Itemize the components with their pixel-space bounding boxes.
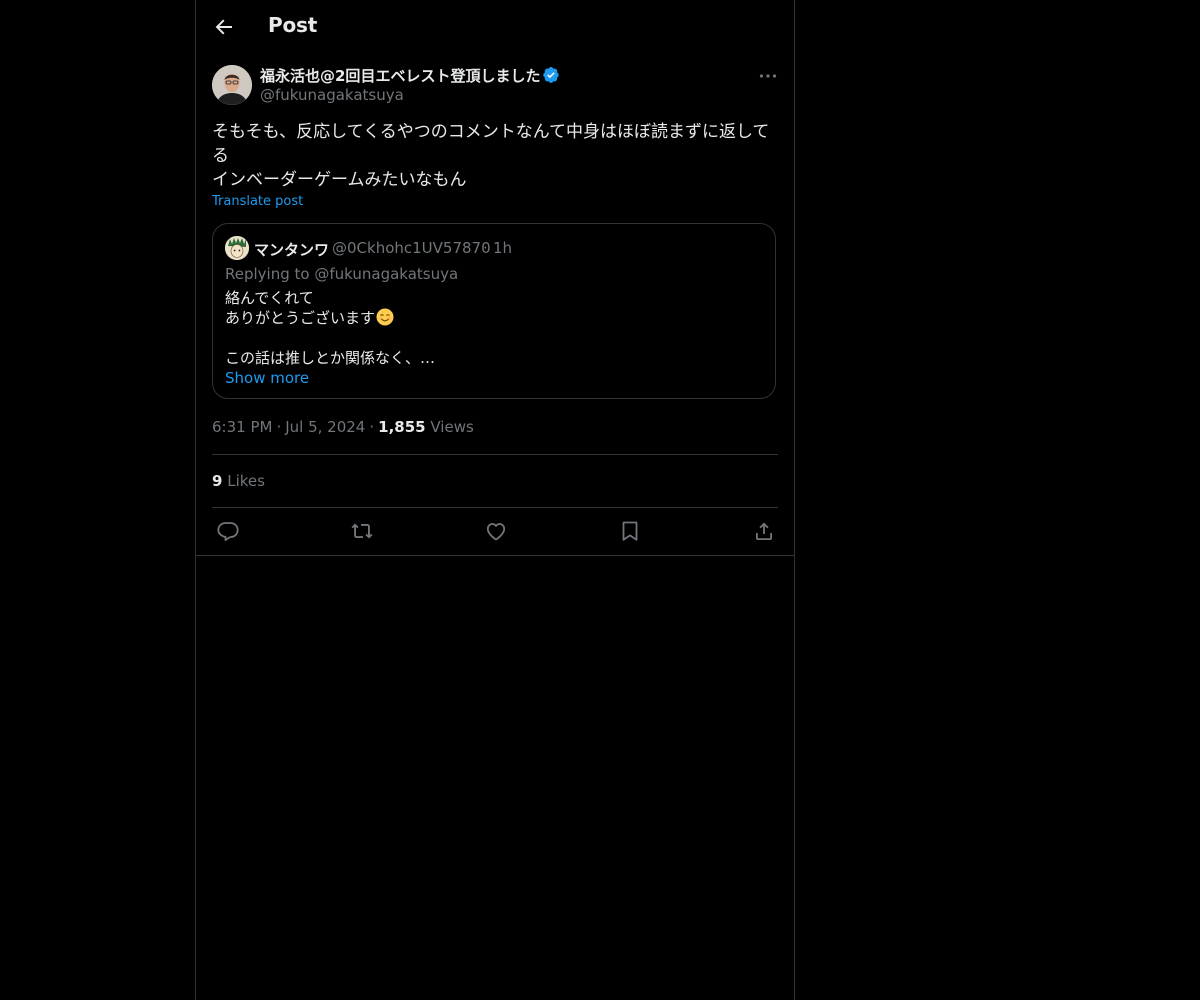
back-arrow-icon[interactable] [212,15,236,39]
author-handle[interactable]: @fukunagakatsuya [260,86,404,104]
replying-to: Replying to @fukunagakatsuya [225,265,458,283]
views-label: Views [430,418,474,436]
more-icon[interactable] [756,64,780,88]
replying-prefix: Replying to [225,265,310,283]
separator-dot: · [369,418,375,436]
quote-time: 1h [493,239,513,257]
post-text-line: インベーダーゲームみたいなもん [212,170,467,190]
quote-text-line [225,328,435,348]
likes-count: 9 [212,472,223,490]
smiling-face-emoji [376,308,394,326]
post-text-line: そもそも、反応してくるやつのコメントなんて中身はほぼ読まずに返して [212,122,770,142]
share-icon[interactable] [752,519,776,543]
author-avatar[interactable] [212,65,252,105]
likes-label: Likes [227,472,265,490]
post-metadata: 6:31 PM · Jul 5, 2024 · 1,855 Views [212,418,474,436]
post-text: そもそも、反応してくるやつのコメントなんて中身はほぼ読まずに返して る インベー… [212,120,778,192]
bookmark-icon[interactable] [618,519,642,543]
separator-dot: · [276,418,282,436]
divider [212,454,778,455]
quote-text: 絡んでくれて ありがとうございます この話は推しとか関係なく、… [225,288,435,368]
page-header: Post [196,0,794,53]
post-date[interactable]: Jul 5, 2024 [285,418,365,436]
replying-handle[interactable]: @fukunagakatsuya [314,265,458,283]
quote-author-handle[interactable]: @0Ckhohc1UV57870 [332,239,491,257]
quote-author-name[interactable]: マンタンワ [254,239,329,260]
quote-text-line: ありがとうございます [225,309,376,327]
repost-icon[interactable] [350,519,374,543]
page-title: Post [268,13,318,37]
separator-dot: · [483,239,488,257]
verified-badge-icon [542,66,560,84]
action-bar [196,507,794,556]
views-count: 1,855 [378,418,426,436]
quote-author-avatar[interactable] [225,236,249,260]
quoted-post-card[interactable]: マンタンワ @0Ckhohc1UV57870 · 1h Replying to … [212,223,776,399]
quote-text-line: 絡んでくれて [225,289,314,307]
like-icon[interactable] [484,519,508,543]
reply-icon[interactable] [216,519,240,543]
translate-post-link[interactable]: Translate post [212,194,303,209]
likes-summary[interactable]: 9 Likes [212,472,265,490]
quote-text-line: この話は推しとか関係なく、… [225,349,436,367]
author-name[interactable]: 福永活也@2回目エベレスト登頂しました [260,65,540,86]
post-time[interactable]: 6:31 PM [212,418,272,436]
quote-text-line-with-emoji: ありがとうございます [225,308,435,328]
show-more-link[interactable]: Show more [225,369,309,387]
post-detail-column: Post 福永活也@2回目エベレスト登頂しました @fukunagakatsuy… [195,0,795,1000]
post-text-line: る [212,146,229,166]
